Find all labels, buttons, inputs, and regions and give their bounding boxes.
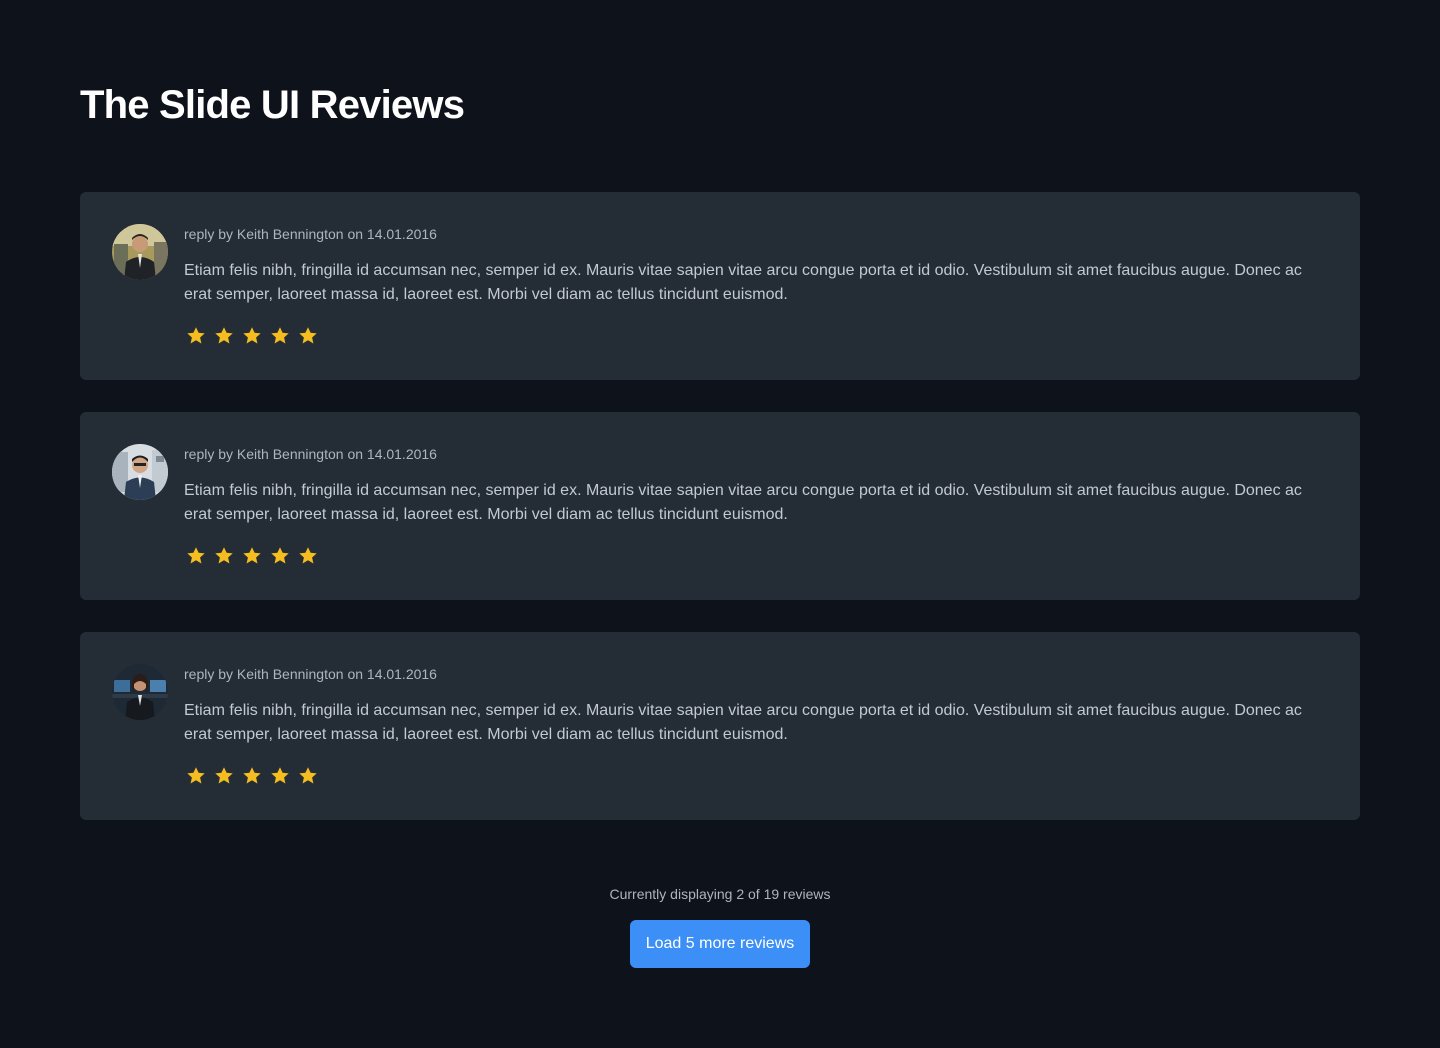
star-icon — [187, 327, 205, 344]
star-icon — [271, 327, 289, 344]
star-icon — [243, 767, 261, 784]
reviews-footer: Currently displaying 2 of 19 reviews Loa… — [0, 884, 1440, 968]
star-icon — [187, 767, 205, 784]
star-rating — [184, 764, 320, 788]
review-text: Etiam felis nibh, fringilla id accumsan … — [184, 702, 1302, 743]
review-list: reply by Keith Bennington on 14.01.2016 … — [80, 192, 1360, 852]
star-icon — [271, 767, 289, 784]
avatar-photo-icon — [112, 664, 168, 720]
review-meta: reply by Keith Bennington on 14.01.2016 — [184, 226, 437, 242]
avatar — [112, 664, 168, 720]
star-rating — [184, 544, 320, 568]
star-icon — [215, 327, 233, 344]
star-icon — [215, 767, 233, 784]
review-count-status: Currently displaying 2 of 19 reviews — [609, 886, 831, 902]
review-card: reply by Keith Bennington on 14.01.2016 … — [80, 192, 1360, 380]
star-icon — [243, 547, 261, 564]
star-icon — [299, 547, 317, 564]
star-icon — [299, 767, 317, 784]
avatar — [112, 444, 168, 500]
review-meta: reply by Keith Bennington on 14.01.2016 — [184, 446, 437, 462]
avatar — [112, 224, 168, 280]
review-text: Etiam felis nibh, fringilla id accumsan … — [184, 262, 1302, 303]
star-icon — [187, 547, 205, 564]
star-rating — [184, 324, 320, 348]
page-title: The Slide UI Reviews — [80, 83, 465, 127]
avatar-photo-icon — [112, 224, 168, 280]
review-card: reply by Keith Bennington on 14.01.2016 … — [80, 412, 1360, 600]
star-icon — [215, 547, 233, 564]
avatar-photo-icon — [112, 444, 168, 500]
review-meta: reply by Keith Bennington on 14.01.2016 — [184, 666, 437, 682]
star-icon — [271, 547, 289, 564]
load-more-reviews-button[interactable]: Load 5 more reviews — [629, 920, 811, 968]
star-icon — [243, 327, 261, 344]
review-text: Etiam felis nibh, fringilla id accumsan … — [184, 482, 1302, 523]
star-icon — [299, 327, 317, 344]
review-card: reply by Keith Bennington on 14.01.2016 … — [80, 632, 1360, 820]
